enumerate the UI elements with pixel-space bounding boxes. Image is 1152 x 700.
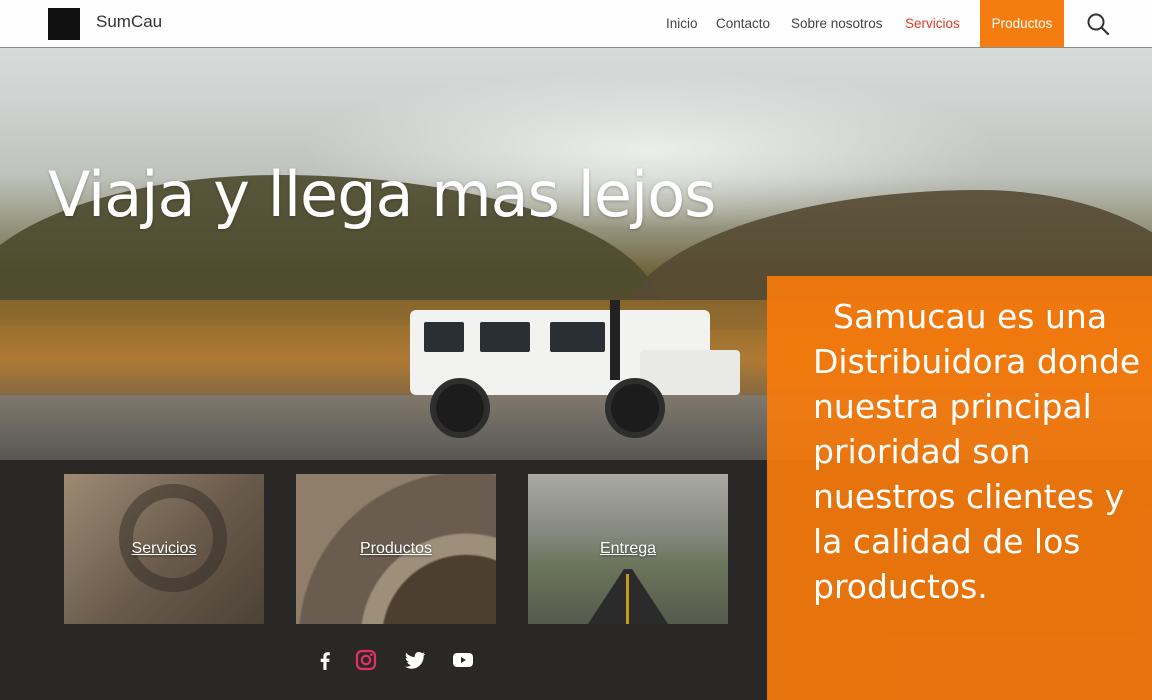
nav-productos-label: Productos bbox=[991, 16, 1053, 31]
instagram-icon[interactable] bbox=[354, 648, 378, 672]
search-icon[interactable] bbox=[1086, 12, 1110, 36]
youtube-icon[interactable] bbox=[451, 648, 475, 672]
hero-jeep-image bbox=[410, 300, 740, 440]
nav-inicio[interactable]: Inicio bbox=[666, 16, 698, 31]
card-servicios[interactable]: Servicios bbox=[64, 474, 264, 624]
twitter-icon[interactable] bbox=[403, 648, 427, 672]
about-text: Samucau es una Distribuidora donde nuest… bbox=[813, 297, 1141, 606]
card-productos[interactable]: Productos bbox=[296, 474, 496, 624]
nav-productos[interactable]: Productos bbox=[980, 0, 1064, 47]
hero-title: Viaja y llega mas lejos bbox=[48, 158, 716, 231]
facebook-icon[interactable] bbox=[313, 648, 337, 672]
card-servicios-label[interactable]: Servicios bbox=[64, 540, 264, 558]
nav-contacto[interactable]: Contacto bbox=[716, 16, 770, 31]
nav-sobre-nosotros[interactable]: Sobre nosotros bbox=[791, 16, 883, 31]
card-entrega-label[interactable]: Entrega bbox=[528, 540, 728, 558]
nav-servicios[interactable]: Servicios bbox=[905, 16, 960, 31]
brand-name[interactable]: SumCau bbox=[96, 12, 162, 32]
card-productos-label[interactable]: Productos bbox=[296, 540, 496, 558]
logo-icon[interactable] bbox=[48, 8, 80, 40]
top-navbar: SumCau Inicio Contacto Sobre nosotros Se… bbox=[0, 0, 1152, 48]
card-entrega[interactable]: Entrega bbox=[528, 474, 728, 624]
